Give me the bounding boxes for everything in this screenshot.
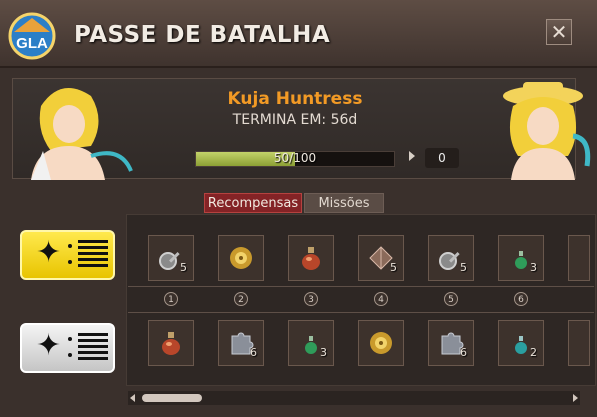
bonus-count: 0 (425, 148, 459, 168)
golden-flower-icon (230, 247, 252, 269)
tab-rewards[interactable]: Recompensas (204, 193, 302, 213)
sparkle-icon: ✦ (36, 328, 62, 363)
kuja-character-right-icon (503, 82, 591, 180)
progress-text: 50/100 (273, 151, 317, 165)
barcode-icon (78, 240, 108, 270)
level-line-top (128, 286, 594, 287)
level-marker: 1 (164, 292, 178, 306)
golden-flower-icon (370, 332, 392, 354)
free-reward-slot[interactable]: 2 (498, 320, 544, 366)
reward-quantity: 5 (460, 261, 467, 274)
free-reward-slot[interactable] (358, 320, 404, 366)
reward-quantity: 2 (530, 346, 537, 359)
scrollbar-thumb[interactable] (142, 394, 202, 402)
level-marker: 4 (374, 292, 388, 306)
close-button[interactable]: ✕ (546, 19, 572, 45)
free-reward-slot-partial[interactable] (568, 320, 590, 366)
ticket-notch (68, 337, 72, 341)
premium-reward-slot-partial[interactable] (568, 235, 590, 281)
potion-red-icon (302, 247, 320, 270)
season-banner: Kuja Huntress TERMINA EM: 56d 50/100 0 (12, 78, 591, 180)
level-marker: 5 (444, 292, 458, 306)
barcode-icon (78, 333, 108, 363)
level-marker: 3 (304, 292, 318, 306)
premium-reward-slot[interactable] (218, 235, 264, 281)
potion-red-icon (162, 332, 180, 355)
level-marker: 2 (234, 292, 248, 306)
free-reward-slot[interactable]: 3 (288, 320, 334, 366)
reward-quantity: 5 (180, 261, 187, 274)
ticket-notch (68, 260, 72, 264)
free-reward-slot[interactable]: 6 (218, 320, 264, 366)
premium-track-ticket: ✦ (20, 230, 115, 280)
window-title: PASSE DE BATALHA (74, 22, 331, 48)
free-reward-slot[interactable] (148, 320, 194, 366)
arrow-right-icon (409, 151, 415, 161)
ticket-notch (68, 353, 72, 357)
horizontal-scrollbar[interactable] (128, 391, 580, 405)
premium-reward-slot[interactable]: 3 (498, 235, 544, 281)
premium-reward-slot[interactable]: 5 (148, 235, 194, 281)
logo-text: GLA (16, 35, 48, 52)
reward-quantity: 5 (390, 261, 397, 274)
free-track-ticket: ✦ (20, 323, 115, 373)
season-progress-bar: 50/100 (195, 151, 395, 167)
tab-missions[interactable]: Missões (304, 193, 384, 213)
reward-quantity: 3 (320, 346, 327, 359)
battle-pass-window: GLA PASSE DE BATALHA ✕ Kuja Huntress TER… (0, 0, 597, 417)
premium-reward-slot[interactable]: 5 (358, 235, 404, 281)
sparkle-icon: ✦ (36, 235, 62, 270)
reward-quantity: 6 (460, 346, 467, 359)
scroll-left-icon[interactable] (130, 394, 135, 402)
premium-reward-slot[interactable]: 5 (428, 235, 474, 281)
level-line-bottom (128, 312, 594, 313)
title-bar: GLA PASSE DE BATALHA ✕ (0, 0, 597, 68)
ticket-notch (68, 244, 72, 248)
premium-reward-slot[interactable] (288, 235, 334, 281)
level-marker: 6 (514, 292, 528, 306)
free-reward-slot[interactable]: 6 (428, 320, 474, 366)
scroll-right-icon[interactable] (573, 394, 578, 402)
game-logo-icon: GLA (8, 12, 56, 60)
reward-quantity: 6 (250, 346, 257, 359)
reward-quantity: 3 (530, 261, 537, 274)
